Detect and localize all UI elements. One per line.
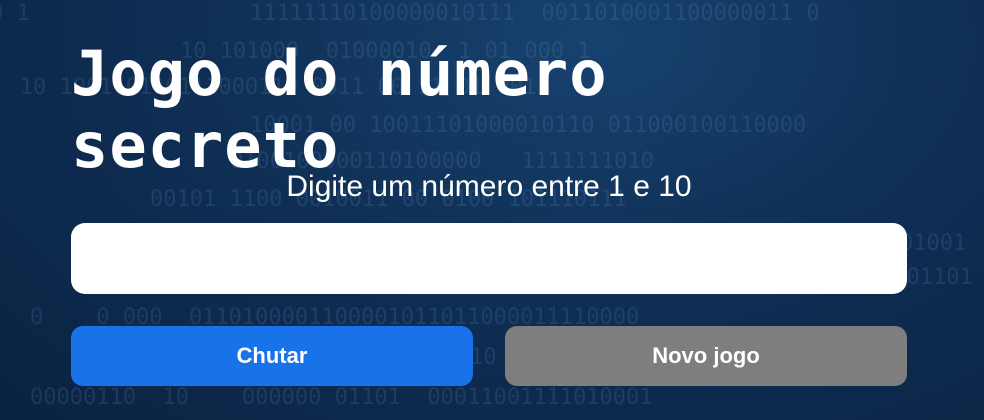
page-title: Jogo do número secreto (71, 37, 608, 182)
number-input[interactable] (71, 223, 907, 294)
new-game-button[interactable]: Novo jogo (505, 326, 907, 386)
guess-button[interactable]: Chutar (71, 326, 473, 386)
instruction-text: Digite um número entre 1 e 10 (286, 170, 692, 203)
